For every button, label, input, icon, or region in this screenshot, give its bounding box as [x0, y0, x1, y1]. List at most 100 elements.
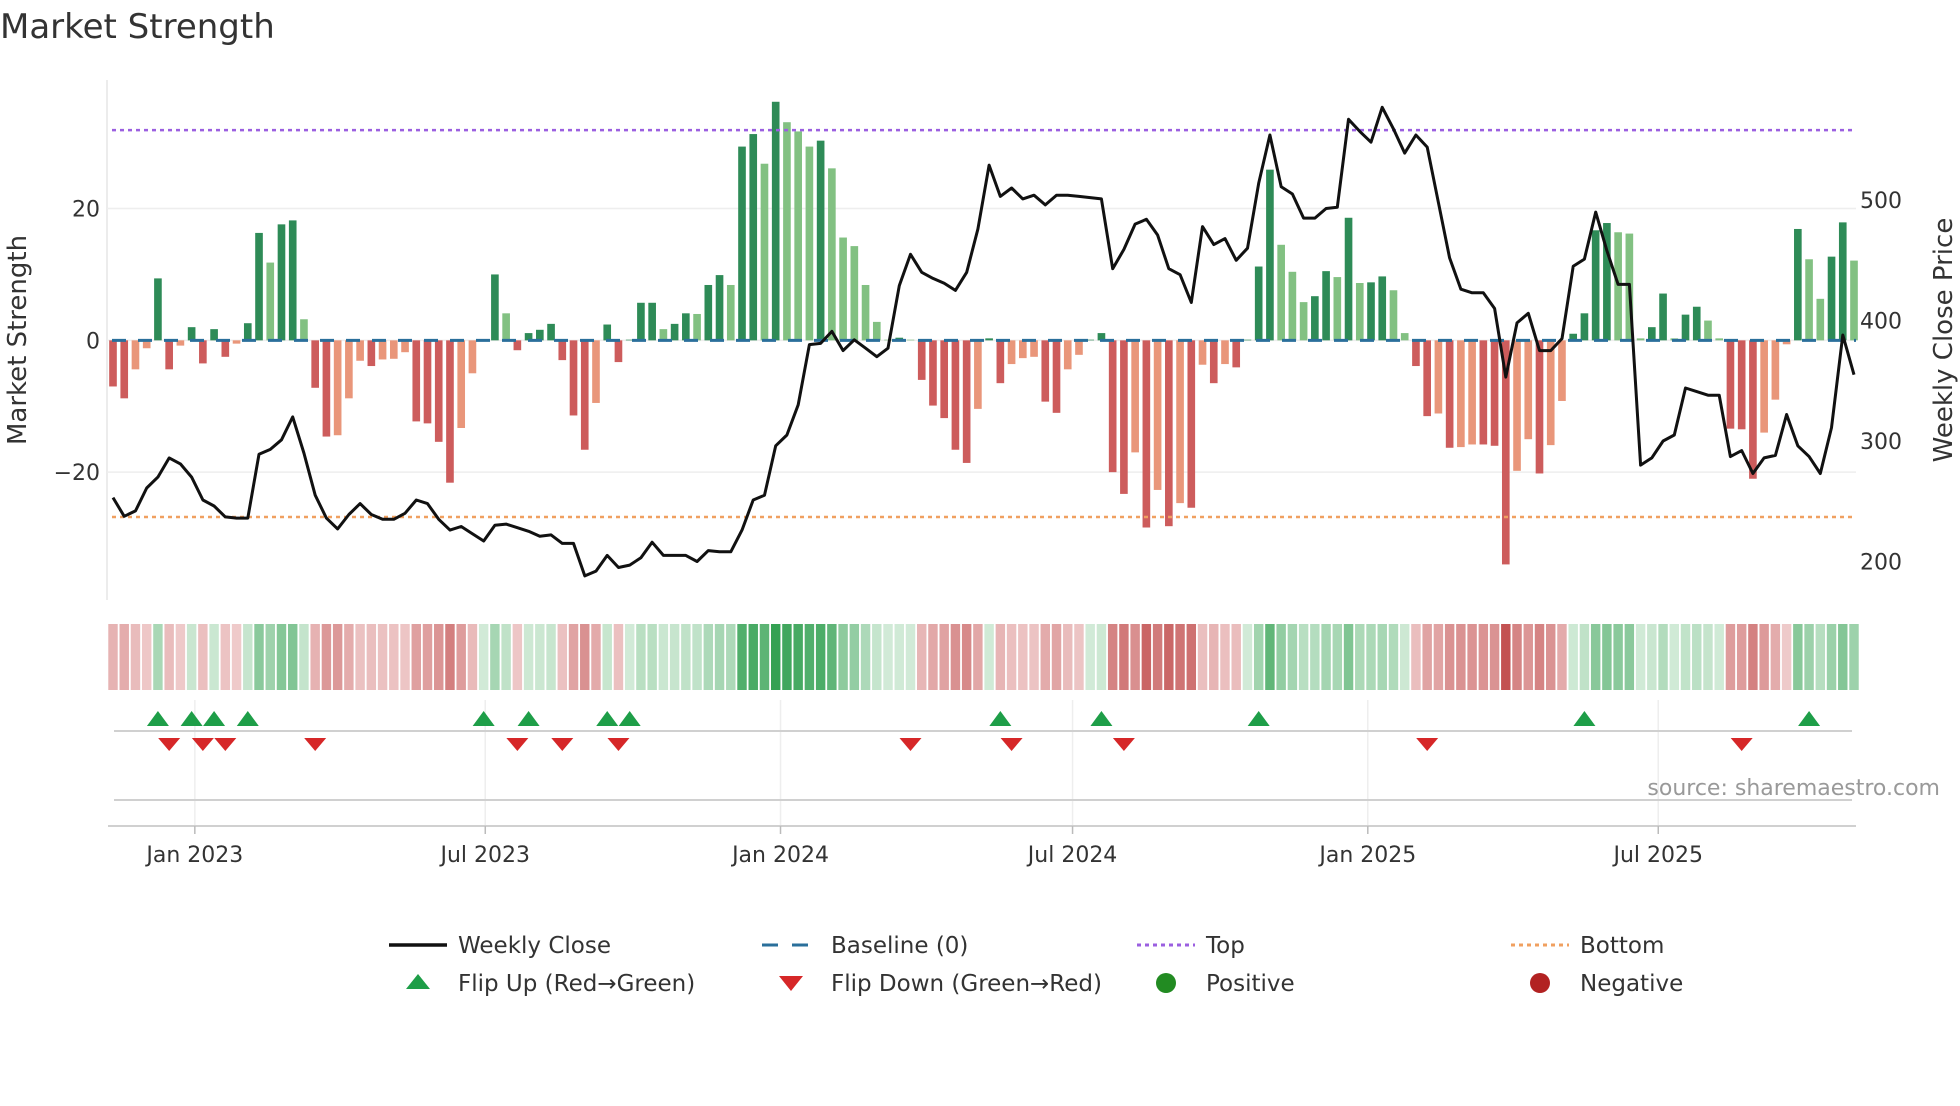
strength-bar [1614, 232, 1622, 341]
heat-cell [1781, 624, 1792, 690]
x-tick-label: Jul 2025 [1611, 843, 1703, 868]
heat-cell [1478, 624, 1489, 690]
heat-cell [827, 624, 837, 690]
strength-bar [1153, 340, 1162, 490]
heat-cell [1793, 624, 1803, 690]
heat-cell [512, 624, 523, 690]
heat-cell [1231, 624, 1241, 690]
heat-cell [1411, 624, 1421, 690]
chart-title: Market Strength [0, 7, 275, 47]
heat-cell [1714, 624, 1724, 690]
heat-cell [490, 624, 500, 690]
heat-cell [1512, 624, 1522, 690]
flip-down-marker [1000, 738, 1023, 751]
strength-bar [1636, 338, 1645, 341]
heat-cell [467, 624, 478, 690]
strength-bar [1131, 340, 1139, 453]
heat-cell [1590, 624, 1601, 690]
strength-bar [547, 323, 555, 341]
heat-cell [782, 624, 792, 690]
y-tick-labels: 20 0 −20 [54, 198, 100, 487]
x-tick-label: Jan 2023 [144, 843, 243, 868]
heat-cell [1669, 624, 1680, 690]
heat-cell [1759, 624, 1769, 690]
source-label: source: sharemaestro.com [1647, 776, 1940, 801]
strength-bar [1389, 290, 1398, 341]
strength-bar [592, 340, 600, 403]
strength-bar [423, 340, 432, 424]
strength-bar [839, 237, 847, 341]
heat-cell [669, 624, 680, 690]
heat-cell [1579, 624, 1590, 690]
flip-up-marker [1247, 711, 1270, 726]
heat-cell [1377, 624, 1387, 690]
heat-cell [1298, 624, 1309, 690]
heat-cell [1355, 624, 1365, 690]
flip-down-marker [607, 738, 630, 751]
strength-bar [255, 232, 263, 341]
strength-bar [1378, 276, 1387, 341]
flip-up-marker [596, 711, 619, 726]
heat-cell [1209, 624, 1219, 690]
y2-tick-label: 200 [1860, 550, 1902, 575]
strength-bar [1243, 339, 1252, 341]
heat-cell [108, 624, 118, 690]
strength-bar [1412, 340, 1420, 367]
strength-bar [1322, 271, 1330, 341]
heat-cell [344, 624, 354, 690]
strength-bar [951, 340, 960, 450]
legend-positive-label: Positive [1206, 971, 1295, 997]
heat-cell [1175, 624, 1185, 690]
strength-bar [985, 338, 993, 341]
heat-cell [523, 624, 534, 690]
heat-cell [434, 624, 444, 690]
heat-cell [276, 624, 287, 690]
strength-bar [210, 329, 218, 341]
heat-cell [355, 624, 365, 690]
strength-bar [1355, 283, 1364, 341]
heat-cell [1197, 624, 1208, 690]
heat-cell [1433, 624, 1444, 690]
heat-cell [1130, 624, 1140, 690]
heat-cell [254, 624, 264, 690]
heat-cell [714, 624, 725, 690]
strength-bar [1299, 302, 1308, 341]
strength-bar [580, 340, 589, 450]
strength-bar [771, 101, 780, 341]
heat-cell [1343, 624, 1354, 690]
strength-bar [1490, 340, 1499, 446]
strength-bar [1715, 338, 1724, 341]
strength-bar [1479, 340, 1488, 445]
strength-bar [850, 246, 859, 341]
heat-cell [265, 624, 275, 690]
heat-cell [1456, 624, 1466, 690]
strength-bar [962, 340, 971, 463]
heat-cell [1051, 624, 1062, 690]
heat-cell [1366, 624, 1376, 690]
heat-cell [1444, 624, 1455, 690]
strength-bar [1187, 340, 1196, 508]
heat-cell [1074, 624, 1084, 690]
flip-up-marker [472, 711, 495, 726]
strength-bar [906, 339, 915, 341]
strength-bar [502, 313, 510, 341]
heat-cell [1085, 624, 1095, 690]
heat-cell [849, 624, 860, 690]
strength-bar [322, 340, 331, 437]
heat-cell [624, 624, 635, 690]
strength-bar [1704, 320, 1712, 341]
strength-bar [1288, 271, 1297, 341]
strength-bar [1760, 340, 1768, 433]
heat-cell [557, 624, 568, 690]
strength-heat-strip [108, 624, 1859, 690]
strength-bar [828, 168, 836, 341]
strength-bar [1535, 340, 1544, 474]
heat-cell [928, 624, 938, 690]
strength-bar [120, 340, 129, 399]
strength-bar [940, 340, 949, 419]
heat-cell [636, 624, 646, 690]
strength-bar [1041, 340, 1050, 402]
flip-up-marker [146, 711, 169, 726]
heat-cell [726, 624, 736, 690]
strength-bar [693, 313, 701, 341]
